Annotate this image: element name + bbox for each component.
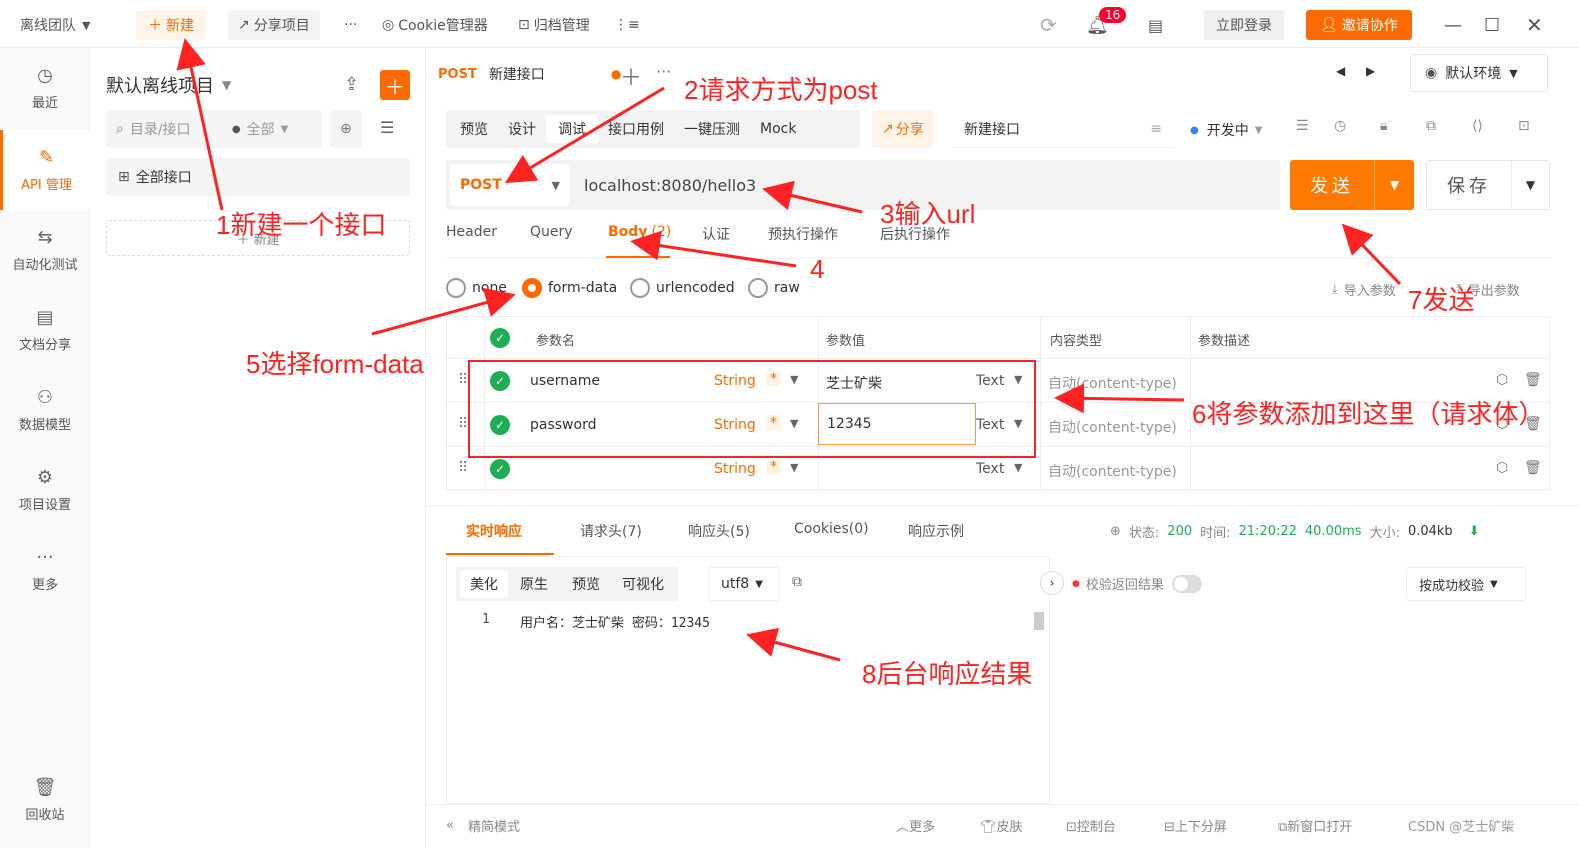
- arrow-6: [1054, 383, 1185, 414]
- annotation-6: 6将参数添加到这里（请求体）: [1192, 399, 1545, 429]
- params-highlight-box: [468, 360, 1036, 458]
- annotation-7: 7发送: [1408, 285, 1475, 315]
- arrow-5: [371, 287, 516, 336]
- annotation-5: 5选择form-data: [246, 349, 424, 379]
- arrow-8: [746, 627, 841, 662]
- arrow-7: [1341, 223, 1402, 286]
- arrow-4: [630, 230, 797, 268]
- arrow-1: [176, 38, 224, 211]
- annotation-8: 8后台响应结果: [862, 659, 1033, 689]
- annotation-3: 3输入url: [880, 199, 976, 229]
- arrow-2: [504, 86, 665, 184]
- arrow-3: [762, 180, 863, 214]
- annotation-2: 2请求方式为post: [684, 75, 878, 105]
- annotation-4: 4: [810, 254, 825, 284]
- annotation-1: 1新建一个接口: [216, 210, 387, 240]
